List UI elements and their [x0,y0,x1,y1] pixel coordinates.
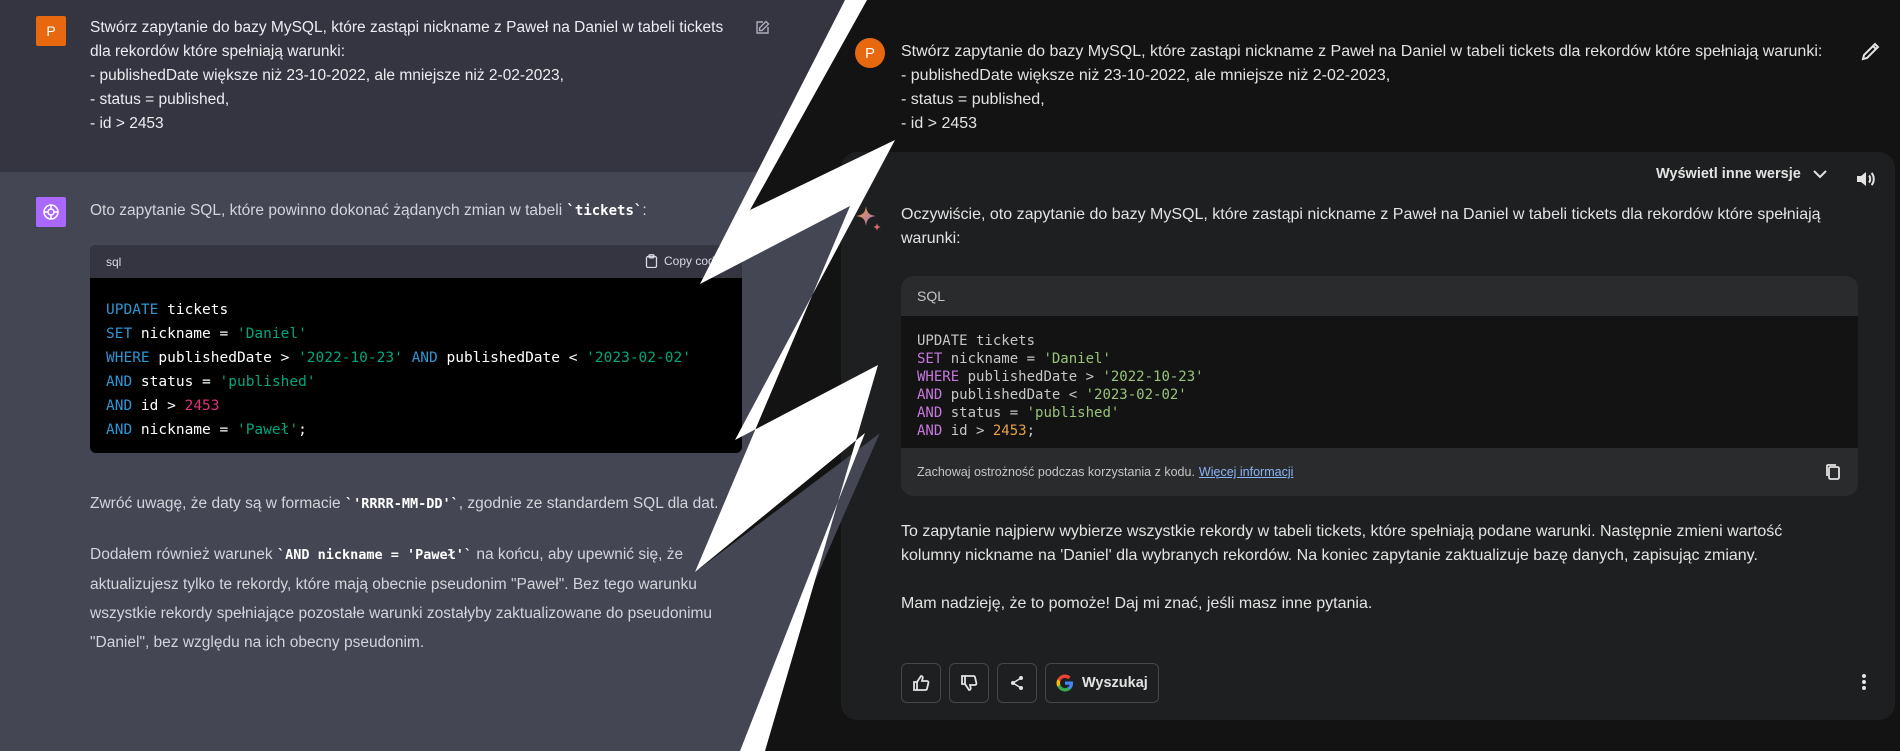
lightning-divider [695,0,895,751]
